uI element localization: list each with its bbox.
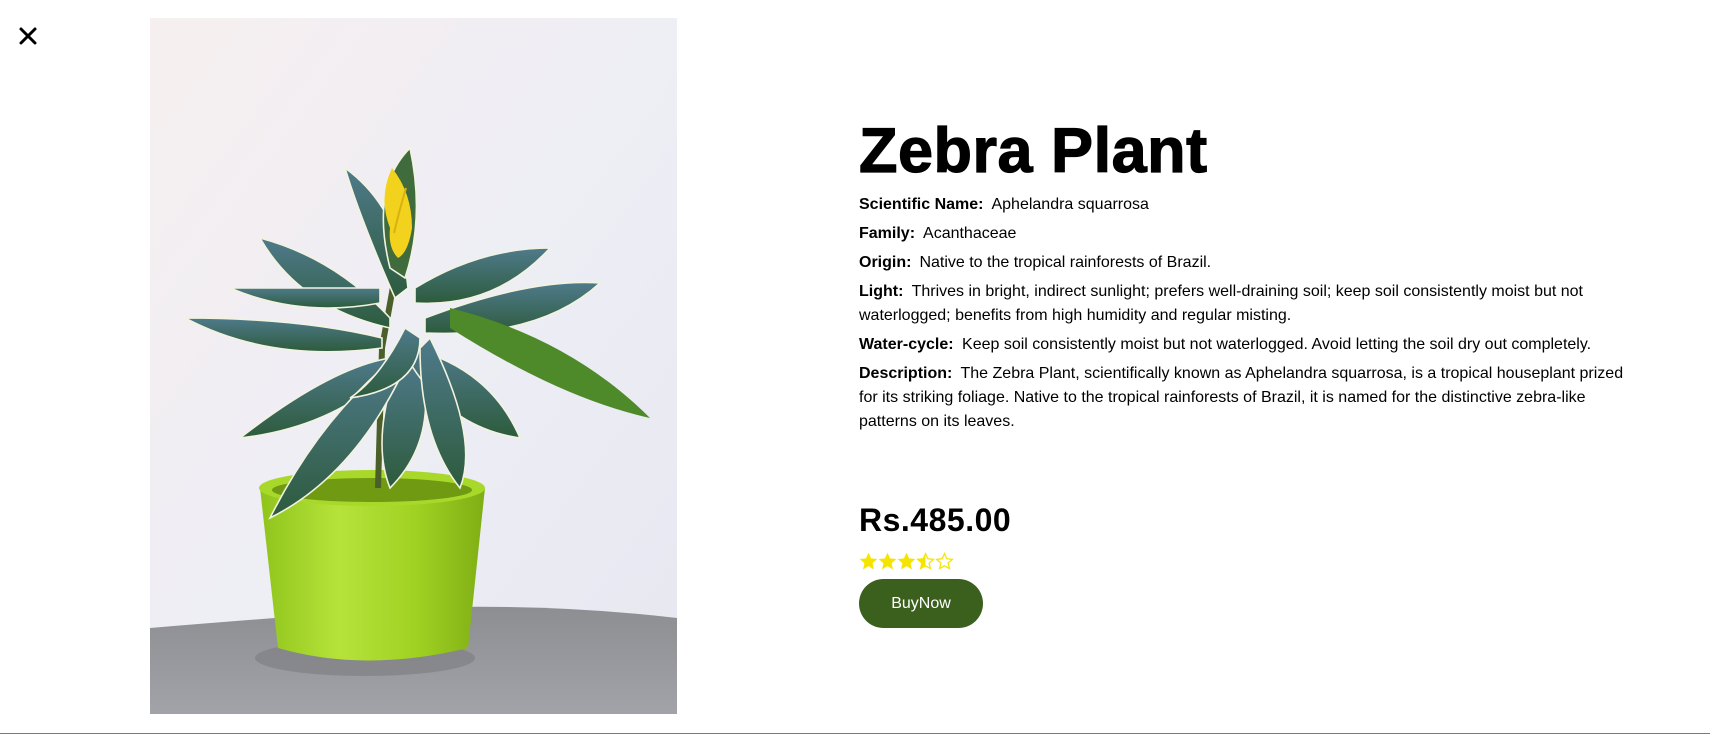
star-icon-full (859, 552, 878, 569)
water-cycle-field: Water-cycle: Keep soil consistently mois… (859, 333, 1639, 357)
star-icon-full (878, 552, 897, 569)
light-label: Light: (859, 283, 904, 300)
buy-now-button[interactable]: BuyNow (859, 579, 983, 628)
light-value: Thrives in bright, indirect sunlight; pr… (859, 283, 1583, 324)
scientific-name-label: Scientific Name: (859, 196, 984, 213)
family-value: Acanthaceae (923, 225, 1017, 242)
close-icon[interactable] (16, 24, 40, 48)
product-name: Zebra Plant (858, 115, 1208, 186)
origin-field: Origin: Native to the tropical rainforest… (859, 251, 1639, 275)
product-modal: Zebra Plant Scientific Name: Aphelandra s… (0, 0, 1710, 733)
description-value: The Zebra Plant, scientifically known as… (859, 365, 1624, 430)
star-rating (859, 550, 954, 572)
description-field: Description: The Zebra Plant, scientific… (859, 362, 1639, 434)
light-field: Light: Thrives in bright, indirect sunli… (859, 280, 1639, 328)
star-icon-empty (935, 551, 954, 570)
water-cycle-label: Water-cycle: (859, 336, 954, 353)
product-price: Rs.485.00 (859, 502, 1012, 538)
water-cycle-value: Keep soil consistently moist but not wat… (962, 336, 1592, 353)
product-image (150, 18, 677, 714)
family-label: Family: (859, 225, 916, 242)
scientific-name-field: Scientific Name: Aphelandra squarrosa (859, 193, 1639, 217)
origin-label: Origin: (859, 254, 912, 271)
origin-value: Native to the tropical rainforests of Br… (919, 254, 1212, 271)
family-field: Family: Acanthaceae (859, 222, 1639, 246)
star-icon-full (897, 552, 916, 569)
scientific-name-value: Aphelandra squarrosa (991, 196, 1149, 213)
star-icon-half (916, 551, 935, 570)
product-details: Zebra Plant Scientific Name: Aphelandra s… (858, 112, 1639, 439)
description-label: Description: (859, 365, 953, 382)
